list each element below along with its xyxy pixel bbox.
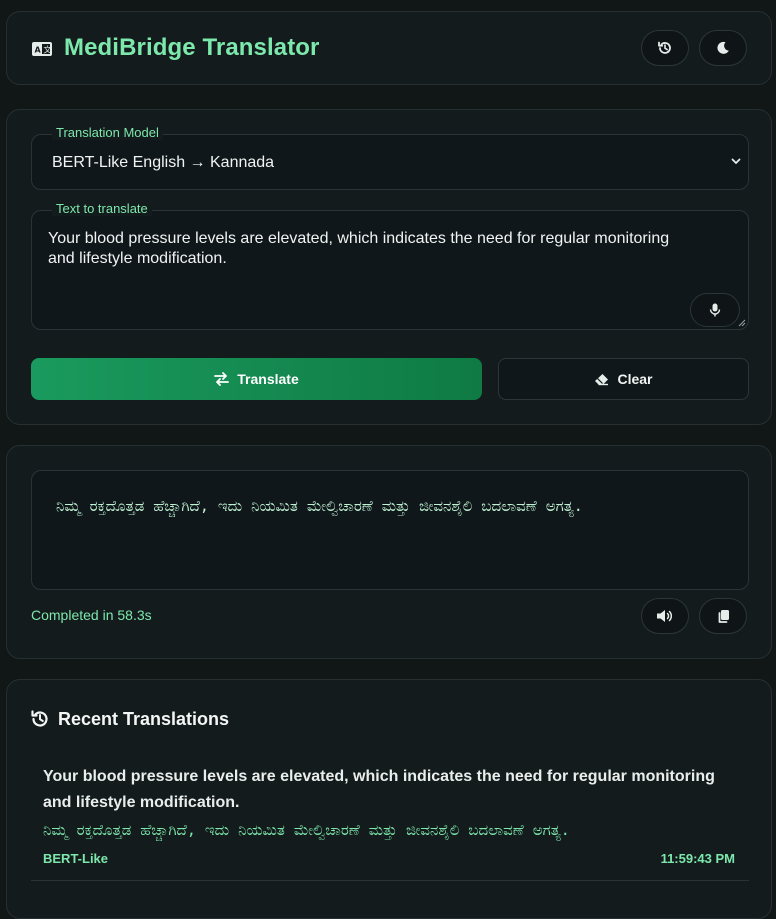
translate-icon: A 文 xyxy=(32,42,52,56)
speak-button[interactable] xyxy=(641,598,689,634)
model-select[interactable]: Translation Model BERT-Like English → Ka… xyxy=(31,125,749,190)
model-label: Translation Model xyxy=(52,125,163,140)
recent-translations: Recent Translations Your blood pressure … xyxy=(6,679,772,919)
microphone-icon xyxy=(709,303,721,317)
status-text: Completed in 58.3s xyxy=(31,607,152,623)
theme-toggle-button[interactable] xyxy=(699,30,747,66)
moon-icon xyxy=(717,41,729,54)
history-icon xyxy=(31,710,48,727)
divider xyxy=(31,880,749,881)
translate-button-label: Translate xyxy=(237,371,299,387)
translation-output: ನಿಮ್ಮ ರಕ್ತದೊತ್ತಡ ಹೆಚ್ಚಾಗಿದೆ, ಇದು ನಿಯಮಿತ … xyxy=(6,445,772,659)
clear-button[interactable]: Clear xyxy=(498,358,749,400)
svg-text:A: A xyxy=(35,46,42,55)
clear-button-label: Clear xyxy=(617,371,653,387)
output-box: ನಿಮ್ಮ ರಕ್ತದೊತ್ತಡ ಹೆಚ್ಚಾಗಿದೆ, ಇದು ನಿಯಮಿತ … xyxy=(31,470,749,590)
history-button[interactable] xyxy=(641,30,689,66)
eraser-icon xyxy=(595,373,609,385)
copy-button[interactable] xyxy=(699,598,747,634)
speaker-icon xyxy=(657,610,672,622)
history-entry-source: Your blood pressure levels are elevated,… xyxy=(43,768,715,811)
source-text-area[interactable]: Text to translate Your blood pressure le… xyxy=(31,201,749,330)
chevron-down-icon xyxy=(731,158,741,164)
app-header: A 文 MediBridge Translator xyxy=(6,11,772,85)
app-title: MediBridge Translator xyxy=(64,34,320,61)
history-entry-time: 11:59:43 PM xyxy=(660,851,735,866)
history-icon xyxy=(658,41,671,54)
copy-icon xyxy=(718,609,729,623)
translate-button[interactable]: Translate xyxy=(31,358,482,400)
swap-icon xyxy=(214,372,230,386)
svg-text:文: 文 xyxy=(44,45,52,55)
resize-grip-icon[interactable] xyxy=(738,319,746,327)
translation-form: Translation Model BERT-Like English → Ka… xyxy=(6,109,772,425)
microphone-button[interactable] xyxy=(690,293,740,327)
history-entry-target: ನಿಮ್ಮ ರಕ್ತದೊತ್ತಡ ಹೆಚ್ಚಾಗಿದೆ, ಇದು ನಿಯಮಿತ … xyxy=(43,821,570,839)
text-label: Text to translate xyxy=(52,201,152,216)
recent-title: Recent Translations xyxy=(58,709,230,729)
translated-text: ನಿಮ್ಮ ರಕ್ತದೊತ್ತಡ ಹೆಚ್ಚಾಗಿದೆ, ಇದು ನಿಯಮಿತ … xyxy=(56,497,583,515)
source-text-value: Your blood pressure levels are elevated,… xyxy=(48,230,670,267)
history-entry-model: BERT-Like xyxy=(43,851,109,866)
model-select-value: BERT-Like English → Kannada xyxy=(52,154,275,171)
